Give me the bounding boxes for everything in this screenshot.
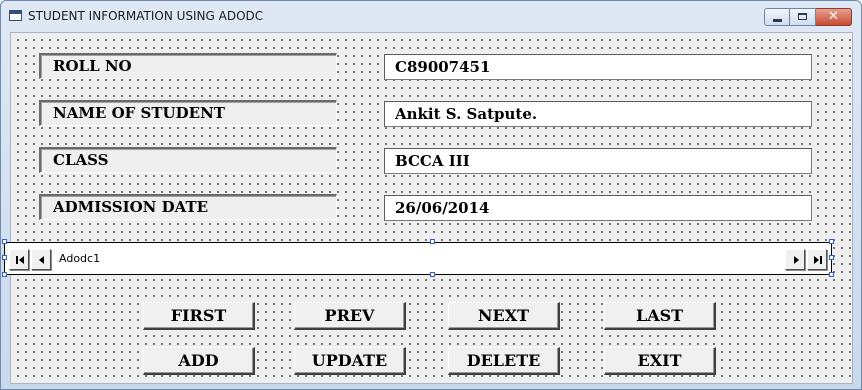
add-button[interactable]: ADD bbox=[143, 347, 255, 375]
form-icon[interactable] bbox=[9, 10, 22, 21]
roll-no-input[interactable] bbox=[384, 54, 812, 80]
form-design-surface: ROLL NO NAME OF STUDENT CLASS ADMISSION … bbox=[2, 32, 853, 384]
selection-handle[interactable] bbox=[430, 239, 435, 244]
close-icon: ✕ bbox=[828, 9, 839, 24]
selection-handle[interactable] bbox=[2, 272, 7, 277]
move-next-icon bbox=[794, 256, 799, 264]
class-input[interactable] bbox=[384, 148, 812, 174]
move-last-button[interactable] bbox=[807, 249, 827, 270]
adodc-caption: Adodc1 bbox=[59, 252, 101, 265]
selection-handle[interactable] bbox=[430, 272, 435, 277]
last-button[interactable]: LAST bbox=[604, 302, 716, 330]
update-button[interactable]: UPDATE bbox=[294, 347, 406, 375]
maximize-icon bbox=[798, 13, 807, 20]
minimize-button[interactable] bbox=[764, 8, 790, 26]
move-previous-button[interactable] bbox=[31, 249, 51, 270]
student-name-label: NAME OF STUDENT bbox=[39, 100, 337, 126]
student-name-input[interactable] bbox=[384, 101, 812, 127]
move-previous-icon bbox=[39, 256, 44, 264]
title-bar[interactable]: STUDENT INFORMATION USING ADODC ✕ bbox=[1, 1, 861, 31]
selection-handle[interactable] bbox=[2, 255, 7, 260]
selection-handle[interactable] bbox=[829, 272, 834, 277]
exit-button[interactable]: EXIT bbox=[604, 347, 716, 375]
admission-date-label: ADMISSION DATE bbox=[39, 194, 337, 220]
selection-handle[interactable] bbox=[829, 255, 834, 260]
class-label: CLASS bbox=[39, 147, 337, 173]
move-first-icon bbox=[16, 256, 24, 264]
prev-button[interactable]: PREV bbox=[294, 302, 406, 330]
next-button[interactable]: NEXT bbox=[448, 302, 560, 330]
maximize-button[interactable] bbox=[790, 8, 816, 26]
move-first-button[interactable] bbox=[9, 249, 29, 270]
close-button[interactable]: ✕ bbox=[816, 8, 852, 26]
move-next-button[interactable] bbox=[785, 249, 805, 270]
move-last-icon bbox=[814, 256, 822, 264]
admission-date-input[interactable] bbox=[384, 195, 812, 221]
minimize-icon bbox=[773, 19, 782, 22]
first-button[interactable]: FIRST bbox=[143, 302, 255, 330]
roll-no-label: ROLL NO bbox=[39, 53, 337, 79]
delete-button[interactable]: DELETE bbox=[448, 347, 560, 375]
application-window: STUDENT INFORMATION USING ADODC ✕ ROLL N… bbox=[0, 0, 862, 390]
selection-handle[interactable] bbox=[2, 239, 7, 244]
selection-handle[interactable] bbox=[829, 239, 834, 244]
adodc-control[interactable]: Adodc1 bbox=[4, 242, 832, 275]
window-title: STUDENT INFORMATION USING ADODC bbox=[28, 9, 264, 23]
